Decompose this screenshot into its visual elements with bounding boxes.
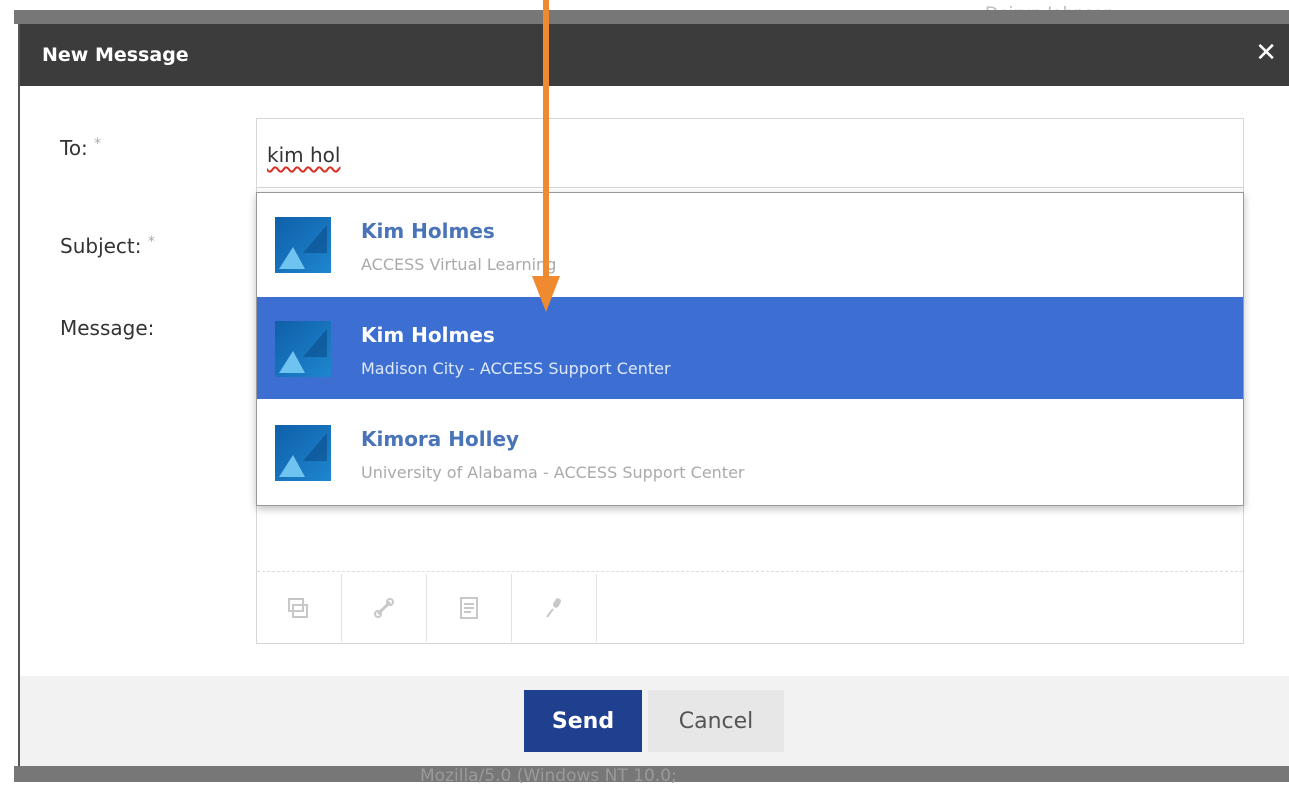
video-icon[interactable] <box>257 574 342 642</box>
link-icon[interactable] <box>342 574 427 642</box>
toolbar-divider <box>257 571 1243 572</box>
annotation-arrow-head-icon <box>532 276 560 312</box>
suggestion-item-selected[interactable]: Kim Holmes Madison City - ACCESS Support… <box>257 297 1243 399</box>
dialog-title: New Message <box>42 44 189 66</box>
dialog-header: New Message ✕ <box>20 24 1289 86</box>
suggestion-org: Madison City - ACCESS Support Center <box>361 359 671 378</box>
suggestion-org: University of Alabama - ACCESS Support C… <box>361 463 745 482</box>
microphone-icon[interactable] <box>512 574 597 642</box>
cancel-button[interactable]: Cancel <box>648 690 784 752</box>
subject-label: Subject: * <box>60 234 155 258</box>
message-label: Message: <box>60 316 154 340</box>
suggestion-item[interactable]: Kim Holmes ACCESS Virtual Learning <box>257 193 1243 295</box>
avatar <box>275 217 331 273</box>
message-toolbar <box>257 574 597 642</box>
dialog-footer: Send Cancel <box>20 676 1289 766</box>
close-icon[interactable]: ✕ <box>1255 38 1277 68</box>
subject-label-text: Subject: <box>60 234 142 258</box>
suggestion-item[interactable]: Kimora Holley University of Alabama - AC… <box>257 401 1243 503</box>
suggestion-name: Kimora Holley <box>361 427 520 451</box>
background-footer-text: Mozilla/5.0 (Windows NT 10.0; <box>420 766 677 786</box>
message-label-text: Message: <box>60 316 155 340</box>
suggestion-name: Kim Holmes <box>361 219 495 243</box>
to-label: To: * <box>60 136 101 160</box>
to-input[interactable]: kim hol <box>256 118 1244 188</box>
avatar <box>275 425 331 481</box>
to-input-value: kim hol <box>267 143 341 167</box>
recipient-suggestions-dropdown: Kim Holmes ACCESS Virtual Learning Kim H… <box>256 192 1244 506</box>
new-message-dialog: New Message ✕ To: * Subject: * Message: … <box>18 24 1289 766</box>
suggestion-org: ACCESS Virtual Learning <box>361 255 557 274</box>
send-button[interactable]: Send <box>524 690 642 752</box>
to-label-text: To: <box>60 136 88 160</box>
document-icon[interactable] <box>427 574 512 642</box>
avatar <box>275 321 331 377</box>
annotation-arrow-shaft <box>543 0 549 286</box>
required-mark: * <box>94 136 102 152</box>
suggestion-name: Kim Holmes <box>361 323 495 347</box>
required-mark: * <box>147 234 155 250</box>
backdrop-strip <box>14 10 1289 24</box>
